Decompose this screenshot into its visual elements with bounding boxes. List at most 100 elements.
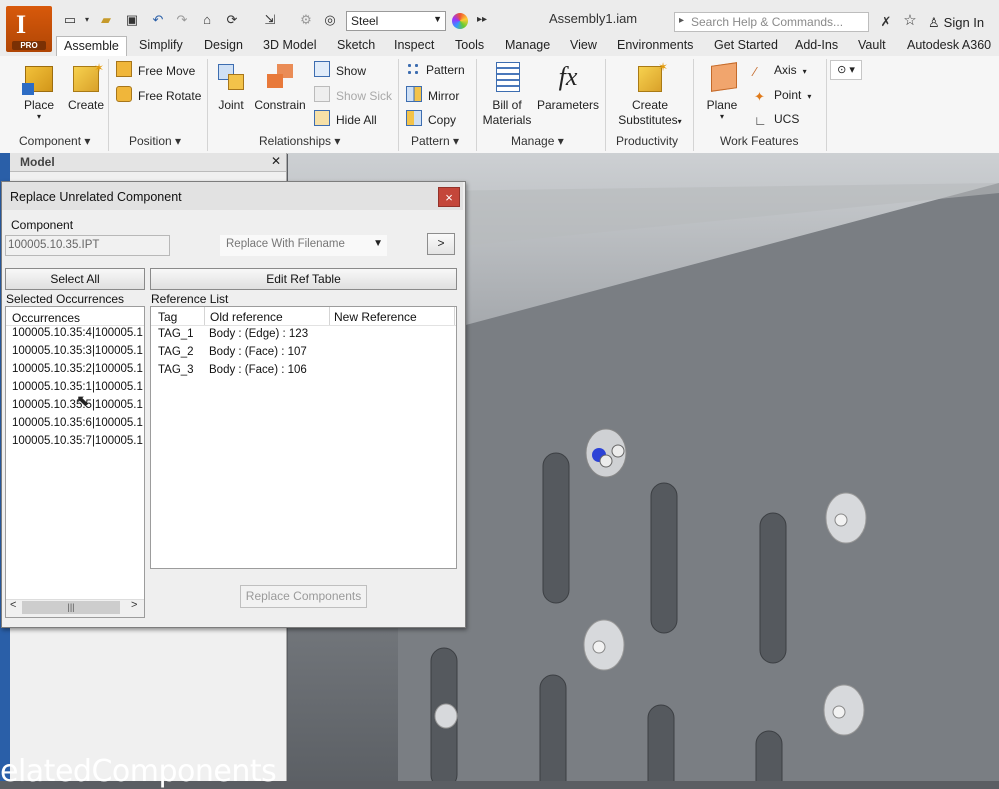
tab-vault[interactable]: Vault (858, 36, 886, 56)
panel-label-manage[interactable]: Manage ▾ (511, 134, 564, 148)
column-divider[interactable] (454, 307, 455, 325)
plane-button[interactable]: Plane ▾ (702, 62, 742, 121)
bill-of-materials-button[interactable]: Bill of Materials (478, 62, 536, 128)
tab-view[interactable]: View (570, 36, 597, 56)
tab-assemble[interactable]: Assemble (56, 36, 127, 56)
tab-manage[interactable]: Manage (505, 36, 550, 56)
list-item[interactable]: 100005.10.35:3|100005.1 (12, 345, 144, 357)
scrollbar-thumb[interactable]: ||| (22, 601, 120, 614)
panel-divider (693, 59, 694, 151)
appearance-icon[interactable]: ◎ (322, 13, 338, 27)
free-rotate-icon (116, 86, 132, 102)
show-button[interactable]: Show (314, 61, 366, 79)
mirror-button[interactable]: Mirror (406, 86, 459, 104)
measure-icon[interactable]: ⚙ (298, 13, 314, 27)
select-filter-icon[interactable]: ⇲ (262, 13, 278, 27)
inventor-logo-icon: I (16, 10, 27, 39)
tab-sketch[interactable]: Sketch (337, 36, 375, 56)
component-field[interactable]: 100005.10.35.IPT (5, 235, 170, 256)
edit-ref-table-button[interactable]: Edit Ref Table (150, 268, 457, 290)
bolt-head (592, 640, 606, 654)
table-cell-old-reference[interactable]: Body : (Face) : 106 (209, 364, 307, 376)
bolt-head (611, 444, 625, 458)
close-icon[interactable]: ✕ (271, 154, 281, 168)
place-button[interactable]: Place ▾ (20, 62, 58, 121)
application-menu-button[interactable]: I PRO (6, 6, 52, 52)
browse-next-button[interactable]: > (427, 233, 455, 255)
show-sick-button[interactable]: Show Sick (314, 86, 392, 104)
redo-icon[interactable]: ↷ (174, 13, 190, 27)
hide-all-button[interactable]: Hide All (314, 110, 377, 128)
material-select[interactable]: Steel ▼ (346, 11, 446, 31)
communication-center-icon[interactable]: ✗ (878, 15, 894, 29)
color-override-icon[interactable] (452, 13, 468, 29)
tab-autodesk-a360[interactable]: Autodesk A360 (907, 36, 991, 56)
tab-add-ins[interactable]: Add-Ins (795, 36, 838, 56)
tab-simplify[interactable]: Simplify (139, 36, 183, 56)
scroll-left-icon[interactable]: < (10, 599, 16, 611)
column-header-new-reference[interactable]: New Reference (334, 310, 417, 324)
search-input[interactable]: ▸ Search Help & Commands... (674, 12, 869, 32)
panel-label-component[interactable]: Component ▾ (19, 134, 90, 148)
axis-button[interactable]: ⁄ Axis ▾ (754, 61, 807, 79)
edition-badge: PRO (12, 41, 46, 50)
scroll-right-icon[interactable]: > (131, 599, 137, 611)
pattern-icon (406, 62, 420, 76)
column-header-old-reference[interactable]: Old reference (210, 310, 283, 324)
free-rotate-button[interactable]: Free Rotate (116, 86, 201, 104)
column-divider[interactable] (204, 307, 205, 325)
home-icon[interactable]: ⌂ (199, 13, 215, 27)
column-divider[interactable] (329, 307, 330, 325)
free-move-button[interactable]: Free Move (116, 61, 195, 79)
ucs-button[interactable]: ∟ UCS (754, 110, 799, 128)
replace-with-value: Replace With Filename (226, 238, 345, 250)
save-icon[interactable]: ▣ (124, 13, 140, 27)
list-item[interactable]: 100005.10.35:7|100005.1 (12, 435, 144, 447)
tab-environments[interactable]: Environments (617, 36, 693, 56)
model-browser-header[interactable]: Model (10, 153, 286, 172)
panel-label-pattern[interactable]: Pattern ▾ (411, 134, 459, 148)
sign-in-button[interactable]: ♙ Sign In (928, 15, 984, 31)
tab-design[interactable]: Design (204, 36, 243, 56)
select-all-button[interactable]: Select All (5, 268, 145, 290)
create-button[interactable]: ✶ Create (66, 61, 106, 113)
joint-button[interactable]: Joint (213, 62, 249, 113)
pattern-button[interactable]: Pattern (406, 61, 465, 79)
chevron-down-icon[interactable]: ▾ (82, 13, 92, 27)
tab-get-started[interactable]: Get Started (714, 36, 778, 56)
ribbon-options-dropdown[interactable]: ⊙ ▾ (830, 60, 862, 80)
update-icon[interactable]: ⟳ (224, 13, 240, 27)
new-file-icon[interactable]: ▭ (62, 13, 78, 27)
parameters-button[interactable]: fx Parameters (536, 62, 600, 113)
replace-with-dropdown[interactable]: Replace With Filename ▼ (220, 235, 387, 256)
undo-icon[interactable]: ↶ (150, 13, 166, 27)
create-substitutes-icon: ✶ (638, 60, 668, 92)
point-button[interactable]: ✦ Point ▾ (754, 86, 811, 104)
table-cell-old-reference[interactable]: Body : (Edge) : 123 (209, 328, 308, 340)
panel-label-position[interactable]: Position ▾ (129, 134, 181, 148)
copy-button[interactable]: Copy (406, 110, 456, 128)
table-cell-tag[interactable]: TAG_2 (158, 346, 194, 358)
list-item[interactable]: 100005.10.35:4|100005.1 (12, 327, 144, 339)
constrain-button[interactable]: Constrain (252, 62, 308, 113)
table-cell-tag[interactable]: TAG_3 (158, 364, 194, 376)
tab-tools[interactable]: Tools (455, 36, 484, 56)
tab-3d-model[interactable]: 3D Model (263, 36, 317, 56)
column-header-tag[interactable]: Tag (158, 310, 177, 324)
table-cell-old-reference[interactable]: Body : (Face) : 107 (209, 346, 307, 358)
favorites-star-icon[interactable]: ☆ (902, 13, 918, 28)
panel-label-relationships[interactable]: Relationships ▾ (259, 134, 340, 148)
table-cell-tag[interactable]: TAG_1 (158, 328, 194, 340)
list-item[interactable]: 100005.10.35:2|100005.1 (12, 363, 144, 375)
occurrences-column-header[interactable]: Occurrences (12, 311, 80, 325)
more-commands-icon[interactable]: ▸▸ (474, 13, 490, 27)
bom-label-1: Bill of (492, 98, 522, 112)
dialog-close-button[interactable]: × (438, 187, 460, 207)
tab-inspect[interactable]: Inspect (394, 36, 434, 56)
bill-of-materials-icon (492, 62, 522, 92)
open-folder-icon[interactable]: ▰ (98, 13, 114, 27)
replace-components-button[interactable]: Replace Components (240, 585, 367, 608)
create-substitutes-button[interactable]: ✶ Create Substitutes▾ (614, 60, 686, 129)
copy-label: Copy (428, 113, 457, 127)
list-item[interactable]: 100005.10.35:6|100005.1 (12, 417, 144, 429)
